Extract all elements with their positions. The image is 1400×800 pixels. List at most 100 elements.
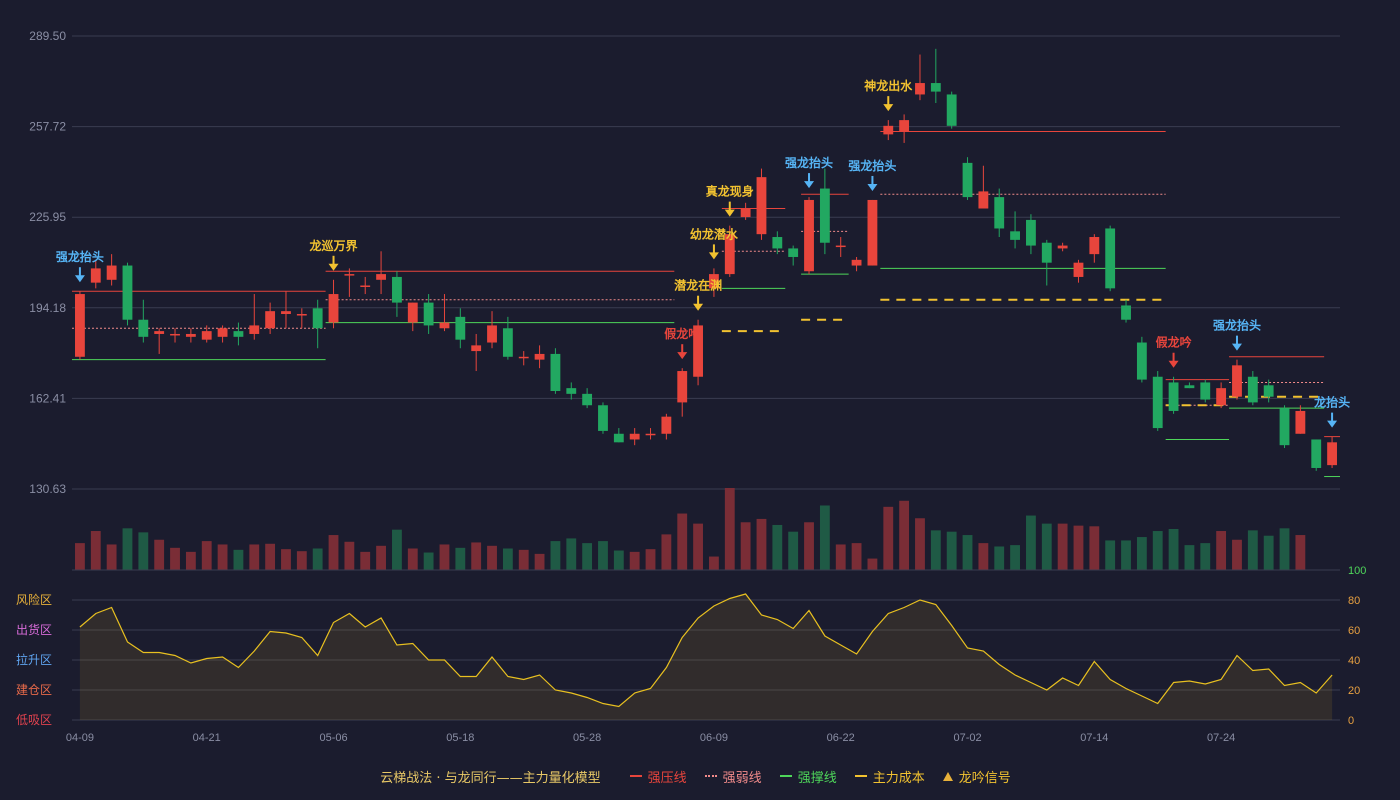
signal-label: 假龙吟 <box>1156 335 1192 350</box>
candle-body <box>1089 237 1100 255</box>
candle-body <box>1121 305 1131 320</box>
candle-body <box>106 265 117 280</box>
triangle-icon <box>942 771 953 781</box>
candle-body <box>249 325 260 334</box>
volume-bar <box>1263 535 1274 570</box>
candle-body <box>1073 262 1084 277</box>
volume-bar <box>1041 523 1052 570</box>
volume-bar <box>709 556 719 570</box>
volume-bar <box>978 543 989 570</box>
volume-bar <box>566 538 577 570</box>
candle-body <box>550 353 561 391</box>
candle-body <box>1136 342 1147 380</box>
legend-item-weak[interactable]: 强弱线 <box>704 767 762 786</box>
volume-bar <box>724 488 735 570</box>
candle-body <box>1041 242 1052 263</box>
signal-arrow-icon <box>328 263 339 271</box>
candle-body <box>613 433 624 443</box>
osc-axis-label: 0 <box>1348 715 1354 727</box>
candle-body <box>1057 245 1068 249</box>
volume-bar <box>629 551 640 570</box>
volume-bar <box>915 518 925 570</box>
candle-body <box>265 311 276 329</box>
y-tick-label: 225.95 <box>29 210 66 224</box>
volume-bar <box>804 522 814 570</box>
signal-label: 强龙抬头 <box>848 158 896 173</box>
volume-bar <box>994 546 1005 570</box>
candle-body <box>1247 376 1258 403</box>
signal-arrow-icon <box>1231 343 1242 351</box>
candle-body <box>1279 408 1290 446</box>
volume-bar <box>1057 523 1068 570</box>
y-tick-label: 257.72 <box>29 120 66 134</box>
candle-body <box>962 162 973 198</box>
candle-body <box>487 325 497 343</box>
osc-zone-label: 风险区 <box>16 592 52 607</box>
osc-zone-label: 低吸区 <box>16 713 52 727</box>
signal-arrow-icon <box>867 183 878 191</box>
candle-body <box>1200 382 1211 400</box>
x-tick-label: 04-09 <box>66 732 94 744</box>
candle-body <box>930 83 941 92</box>
x-tick-label: 04-21 <box>193 732 221 744</box>
volume-bar <box>867 558 878 570</box>
chart-legend: 云梯战法 · 与龙同行——主力量化模型 强压线 强弱线 强撑线 主力成本 龙吟信… <box>0 764 1400 788</box>
volume-bar <box>1295 535 1306 570</box>
osc-zone-label: 出货区 <box>16 622 52 637</box>
x-tick-label: 05-28 <box>573 732 601 744</box>
candle-body <box>154 331 165 334</box>
candle-body <box>740 208 751 218</box>
candle-body <box>201 331 212 340</box>
signal-arrow-icon <box>708 252 719 260</box>
legend-item-pressure[interactable]: 强压线 <box>629 767 687 786</box>
signal-label: 强龙抬头 <box>56 249 104 264</box>
volume-bar <box>772 524 783 570</box>
signal-label: 强龙抬头 <box>1213 318 1261 333</box>
candle-body <box>1232 365 1242 397</box>
volume-bar <box>518 549 529 570</box>
signal-arrow-icon <box>804 181 815 189</box>
weak-line-swatch <box>704 775 717 777</box>
candlestick-chart: 289.50 257.72 225.95 194.18 162.41 130.63 100 8… <box>16 29 1366 744</box>
signal-label: 龙巡万界 <box>310 238 358 253</box>
signal-label: 潜龙在渊 <box>674 278 722 293</box>
volume-bar <box>598 541 608 570</box>
candle-body <box>392 276 402 303</box>
volume-bar <box>1136 537 1147 570</box>
signal-arrow-icon <box>74 275 85 283</box>
signal-label: 龙抬头 <box>1314 395 1350 410</box>
legend-label-support: 强撑线 <box>797 770 837 786</box>
candle-body <box>915 83 925 95</box>
volume-bar <box>1026 515 1036 570</box>
volume-bar <box>946 531 957 570</box>
candle-body <box>756 177 767 235</box>
volume-bar <box>75 543 85 570</box>
legend-item-support[interactable]: 强撑线 <box>779 767 837 786</box>
candle-body <box>90 268 101 283</box>
candle-body <box>439 322 450 329</box>
x-tick-label: 05-18 <box>446 732 474 744</box>
volume-bar <box>582 543 593 570</box>
candle-body <box>328 294 339 323</box>
volume-bar <box>1216 531 1227 570</box>
osc-zone-label: 建仓区 <box>16 683 52 697</box>
candle-body <box>170 333 180 336</box>
x-tick-label: 07-24 <box>1207 732 1235 744</box>
volume-bar <box>899 500 910 570</box>
candle-body <box>423 302 434 326</box>
candle-body <box>1168 382 1179 411</box>
candle-body <box>883 125 894 135</box>
volume-bar <box>502 548 513 570</box>
legend-item-signal[interactable]: 龙吟信号 <box>942 767 1011 786</box>
candle-body <box>344 274 355 276</box>
candle-body <box>360 285 371 287</box>
volume-bar <box>534 553 545 570</box>
candle-body <box>1105 228 1116 289</box>
candle-body <box>645 433 656 436</box>
legend-item-cost[interactable]: 主力成本 <box>854 767 925 786</box>
volume-bar <box>170 547 180 570</box>
volume-bar <box>550 541 561 570</box>
volume-bar <box>930 530 941 570</box>
y-tick-label: 162.41 <box>29 391 66 405</box>
candle-body <box>233 331 244 337</box>
